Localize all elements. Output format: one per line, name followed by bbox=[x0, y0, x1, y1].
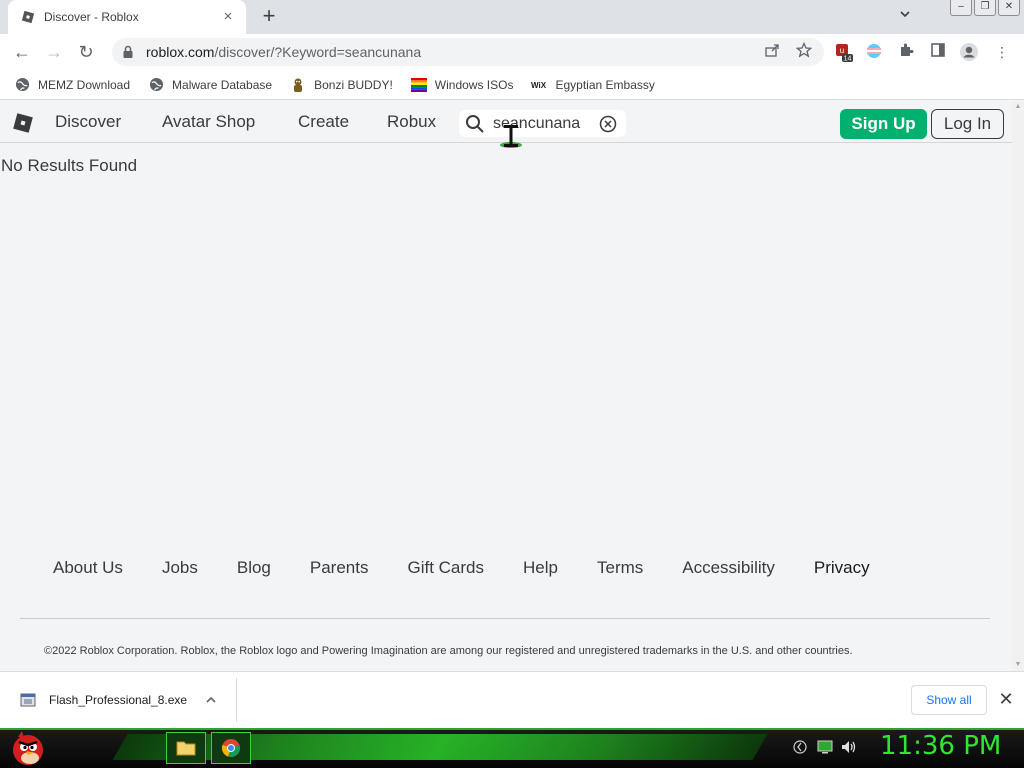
sign-up-button[interactable]: Sign Up bbox=[840, 109, 927, 139]
roblox-header: Discover Avatar Shop Create Robux Sign U… bbox=[0, 101, 1012, 148]
footer-link-help[interactable]: Help bbox=[523, 558, 558, 578]
new-tab-button[interactable]: + bbox=[258, 5, 280, 28]
download-item[interactable]: Flash_Professional_8.exe bbox=[0, 678, 237, 722]
taskbar-file-explorer-button[interactable] bbox=[166, 732, 206, 764]
url-text[interactable]: roblox.com/discover/?Keyword=seancunana bbox=[146, 44, 750, 60]
folder-icon bbox=[176, 741, 196, 756]
share-icon[interactable] bbox=[762, 42, 782, 62]
show-all-downloads-button[interactable]: Show all bbox=[911, 685, 987, 715]
url-path: /discover/?Keyword=seancunana bbox=[214, 44, 422, 60]
window-controls: ‒ ❐ ✕ bbox=[950, 0, 1020, 16]
start-button-angry-bird-icon[interactable] bbox=[8, 729, 48, 767]
nav-create[interactable]: Create bbox=[298, 112, 349, 132]
browser-menu-icon[interactable]: ⋮ bbox=[992, 42, 1012, 62]
footer-divider bbox=[20, 618, 990, 619]
reload-button[interactable]: ↻ bbox=[75, 41, 97, 63]
lock-icon[interactable] bbox=[122, 45, 136, 59]
extension-badge-count: 14 bbox=[844, 56, 852, 63]
globe-icon bbox=[148, 77, 164, 93]
svg-text:WiX: WiX bbox=[531, 81, 547, 90]
bookmark-egyptian-embassy[interactable]: WiX Egyptian Embassy bbox=[531, 77, 654, 93]
browser-toolbar: ← → ↻ roblox.com/discover/?Keyword=seanc… bbox=[0, 34, 1024, 70]
taskbar-chrome-button[interactable] bbox=[211, 732, 251, 764]
bookmark-label: Windows ISOs bbox=[434, 77, 514, 92]
footer-link-jobs[interactable]: Jobs bbox=[162, 558, 198, 578]
search-input[interactable] bbox=[493, 114, 597, 133]
extension-shield-icon[interactable]: u 14 bbox=[834, 42, 854, 63]
nav-robux[interactable]: Robux bbox=[387, 112, 436, 132]
bookmarks-bar: MEMZ Download Malware Database Bonzi BUD… bbox=[0, 70, 1024, 100]
profile-avatar-icon[interactable] bbox=[959, 42, 979, 62]
browser-tab-active[interactable]: Discover - Roblox × bbox=[8, 0, 246, 34]
search-icon[interactable] bbox=[465, 114, 485, 134]
nav-discover[interactable]: Discover bbox=[55, 112, 121, 132]
copyright-text: ©2022 Roblox Corporation. Roblox, the Ro… bbox=[44, 645, 853, 657]
tab-search-chevron-icon[interactable] bbox=[895, 8, 915, 26]
roblox-logo-icon[interactable] bbox=[12, 112, 34, 134]
bookmark-malware-database[interactable]: Malware Database bbox=[148, 77, 272, 93]
svg-text:u: u bbox=[840, 46, 844, 55]
taskbar-clock[interactable]: 11:36 PM bbox=[880, 731, 1001, 761]
bookmark-windows-isos[interactable]: Windows ISOs bbox=[410, 77, 514, 93]
restore-button[interactable]: ❐ bbox=[974, 0, 996, 16]
tab-title: Discover - Roblox bbox=[44, 10, 139, 24]
rainbow-flag-icon bbox=[410, 77, 427, 93]
footer-link-blog[interactable]: Blog bbox=[237, 558, 271, 578]
tab-close-icon[interactable]: × bbox=[220, 9, 236, 25]
scroll-down-arrow-icon[interactable]: ▼ bbox=[1012, 659, 1024, 671]
bonzi-icon bbox=[290, 77, 306, 93]
minimize-button[interactable]: ‒ bbox=[950, 0, 972, 16]
tray-network-icon[interactable] bbox=[792, 740, 808, 756]
page-viewport: Discover Avatar Shop Create Robux Sign U… bbox=[0, 101, 1012, 671]
back-button[interactable]: ← bbox=[11, 41, 33, 63]
footer-link-privacy[interactable]: Privacy bbox=[814, 558, 870, 578]
footer-link-gift-cards[interactable]: Gift Cards bbox=[407, 558, 484, 578]
footer-links: About Us Jobs Blog Parents Gift Cards He… bbox=[53, 558, 909, 578]
extension-flag-icon[interactable] bbox=[864, 42, 884, 62]
tray-display-icon[interactable] bbox=[817, 740, 833, 756]
footer-link-accessibility[interactable]: Accessibility bbox=[682, 558, 775, 578]
bookmark-label: Egyptian Embassy bbox=[555, 77, 655, 92]
star-icon[interactable] bbox=[794, 41, 814, 62]
browser-tab-strip: Discover - Roblox × + ‒ ❐ ✕ bbox=[0, 0, 1024, 34]
page-scrollbar[interactable]: ▲ ▼ bbox=[1012, 101, 1024, 671]
download-file-name: Flash_Professional_8.exe bbox=[49, 693, 188, 707]
extensions-puzzle-icon[interactable] bbox=[896, 42, 916, 62]
log-in-button[interactable]: Log In bbox=[931, 109, 1004, 139]
bookmark-label: MEMZ Download bbox=[38, 77, 131, 92]
wix-icon: WiX bbox=[531, 77, 547, 93]
url-host: roblox.com bbox=[146, 44, 215, 60]
exe-file-icon bbox=[20, 693, 36, 707]
nav-avatar-shop[interactable]: Avatar Shop bbox=[162, 112, 255, 132]
globe-icon bbox=[14, 77, 30, 93]
tray-volume-icon[interactable] bbox=[841, 740, 857, 756]
bookmark-label: Bonzi BUDDY! bbox=[314, 77, 393, 92]
roblox-search-box[interactable] bbox=[459, 110, 626, 137]
roblox-favicon-icon bbox=[20, 9, 36, 25]
bookmark-label: Malware Database bbox=[172, 77, 273, 92]
side-panel-icon[interactable] bbox=[928, 42, 948, 62]
footer-link-parents[interactable]: Parents bbox=[310, 558, 369, 578]
no-results-message: No Results Found bbox=[1, 156, 138, 175]
bookmark-memz-download[interactable]: MEMZ Download bbox=[14, 77, 130, 93]
forward-button[interactable]: → bbox=[43, 41, 65, 63]
download-options-chevron-icon[interactable] bbox=[200, 693, 222, 707]
chrome-icon bbox=[221, 739, 241, 758]
scroll-up-arrow-icon[interactable]: ▲ bbox=[1012, 101, 1024, 113]
address-bar[interactable]: roblox.com/discover/?Keyword=seancunana bbox=[112, 38, 824, 66]
clear-search-icon[interactable] bbox=[599, 115, 617, 133]
footer-link-terms[interactable]: Terms bbox=[597, 558, 643, 578]
taskbar-top-line bbox=[0, 728, 1024, 730]
footer-link-about-us[interactable]: About Us bbox=[53, 558, 123, 578]
bookmark-bonzi-buddy[interactable]: Bonzi BUDDY! bbox=[290, 77, 393, 93]
close-download-shelf-icon[interactable]: ✕ bbox=[997, 689, 1015, 709]
window-close-button[interactable]: ✕ bbox=[998, 0, 1020, 16]
os-taskbar: 11:36 PM bbox=[0, 728, 1024, 768]
download-shelf: Flash_Professional_8.exe Show all ✕ bbox=[0, 671, 1024, 728]
